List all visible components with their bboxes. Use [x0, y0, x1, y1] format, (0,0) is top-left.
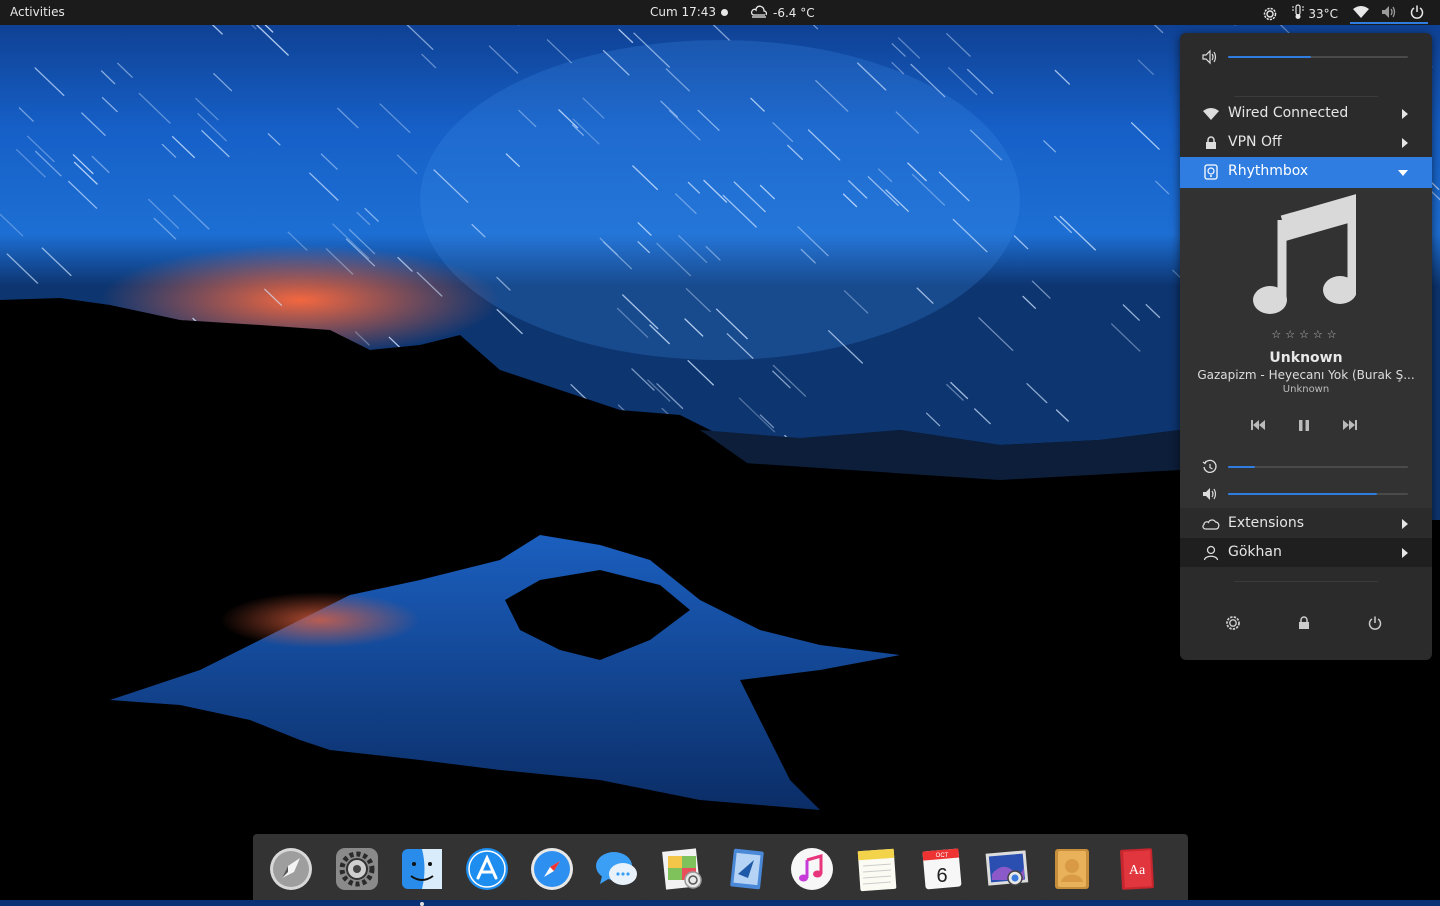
separator: [1234, 581, 1378, 582]
user-item[interactable]: Gökhan: [1180, 538, 1432, 567]
volume-slider-row: [1180, 47, 1432, 67]
safari-icon[interactable]: [529, 846, 575, 892]
activities-button[interactable]: Activities: [10, 5, 65, 19]
chevron-right-icon: [1402, 519, 1408, 529]
notification-dot-icon: [721, 8, 729, 16]
weather-button[interactable]: -6.4 °C: [750, 4, 815, 21]
history-clock-icon: [1202, 459, 1218, 475]
player-volume-icon: [1202, 486, 1218, 502]
rhythmbox-icon: [1202, 163, 1220, 181]
power-off-icon[interactable]: [1363, 611, 1387, 635]
playback-controls: [1180, 416, 1432, 434]
volume-slider-fill: [1228, 56, 1311, 58]
extensions-label: Extensions: [1228, 515, 1305, 531]
wifi-icon: [1352, 3, 1370, 21]
dictionary-label: Aa: [1129, 863, 1146, 878]
system-status-button[interactable]: [1350, 3, 1428, 24]
itunes-icon[interactable]: [789, 846, 835, 892]
power-icon: [1408, 3, 1426, 21]
rating-stars[interactable]: ☆☆☆☆☆: [1180, 328, 1432, 341]
chevron-right-icon: [1402, 109, 1408, 119]
thermometer-icon: [1291, 4, 1305, 23]
playback-progress-fill: [1228, 466, 1255, 468]
clock-button[interactable]: Cum 17:43: [650, 5, 729, 19]
previous-track-icon[interactable]: [1248, 416, 1268, 434]
network-icon: [1202, 105, 1220, 123]
system-preferences-icon[interactable]: [334, 846, 380, 892]
cpu-temperature-label: 33°C: [1308, 6, 1338, 21]
next-track-icon[interactable]: [1340, 416, 1360, 434]
album-art-music-note-icon: [1252, 194, 1357, 318]
cpu-temperature-button[interactable]: 33°C: [1291, 4, 1338, 23]
track-album: Unknown: [1282, 384, 1330, 395]
clock-label: Cum 17:43: [650, 5, 717, 19]
image-viewer-icon[interactable]: [984, 846, 1030, 892]
track-artist: Gazapizm - Heyecanı Yok (Burak Ş...: [1197, 368, 1415, 382]
lock-icon[interactable]: [1292, 611, 1316, 635]
calendar-icon[interactable]: OCT 6: [919, 846, 965, 892]
chevron-right-icon: [1402, 138, 1408, 148]
app-store-icon[interactable]: [464, 846, 510, 892]
pause-icon[interactable]: [1294, 416, 1314, 434]
player-volume-slider[interactable]: [1228, 493, 1408, 495]
launchpad-icon[interactable]: [268, 846, 314, 892]
dock: OCT 6 Aa: [253, 834, 1188, 906]
volume-icon: [1380, 3, 1398, 21]
playback-progress-row: [1180, 457, 1432, 477]
player-volume-fill: [1228, 493, 1378, 495]
user-icon: [1202, 544, 1220, 562]
messages-icon[interactable]: [594, 846, 640, 892]
cloud-icon: [1202, 515, 1220, 533]
running-indicator: [420, 902, 424, 906]
wired-connection-item[interactable]: Wired Connected: [1180, 99, 1432, 128]
wired-connection-label: Wired Connected: [1228, 105, 1349, 121]
notes-icon[interactable]: [854, 846, 900, 892]
vpn-label: VPN Off: [1228, 134, 1282, 150]
chevron-right-icon: [1402, 548, 1408, 558]
speaker-icon: [1202, 49, 1218, 65]
contacts-icon[interactable]: [1049, 846, 1095, 892]
playback-progress-slider[interactable]: [1228, 466, 1408, 468]
system-menu-panel: Wired Connected VPN Off Rhythmbox ☆☆☆☆☆ …: [1180, 33, 1432, 660]
calendar-month: OCT: [936, 853, 949, 859]
user-label: Gökhan: [1228, 544, 1282, 560]
weather-temperature: -6.4 °C: [773, 5, 815, 20]
cloud-icon: [750, 4, 768, 21]
calendar-day: 6: [936, 865, 947, 887]
rhythmbox-item[interactable]: Rhythmbox: [1180, 157, 1432, 188]
extensions-item[interactable]: Extensions: [1180, 509, 1432, 538]
dictionary-icon[interactable]: Aa: [1114, 846, 1160, 892]
vpn-item[interactable]: VPN Off: [1180, 128, 1432, 157]
system-actions: [1180, 611, 1432, 635]
player-volume-row: [1180, 484, 1432, 504]
gear-icon[interactable]: [1261, 5, 1279, 23]
track-title: Unknown: [1269, 350, 1343, 366]
photos-icon[interactable]: [659, 846, 705, 892]
finder-icon[interactable]: [399, 846, 445, 906]
top-bar: Activities Cum 17:43 -6.4 °C 33°C: [0, 0, 1440, 25]
mail-icon[interactable]: [724, 846, 770, 892]
separator: [1234, 96, 1378, 97]
vpn-lock-icon: [1202, 134, 1220, 152]
rhythmbox-label: Rhythmbox: [1228, 163, 1309, 179]
chevron-down-icon: [1398, 170, 1408, 176]
settings-icon[interactable]: [1221, 611, 1245, 635]
volume-slider[interactable]: [1228, 56, 1408, 58]
